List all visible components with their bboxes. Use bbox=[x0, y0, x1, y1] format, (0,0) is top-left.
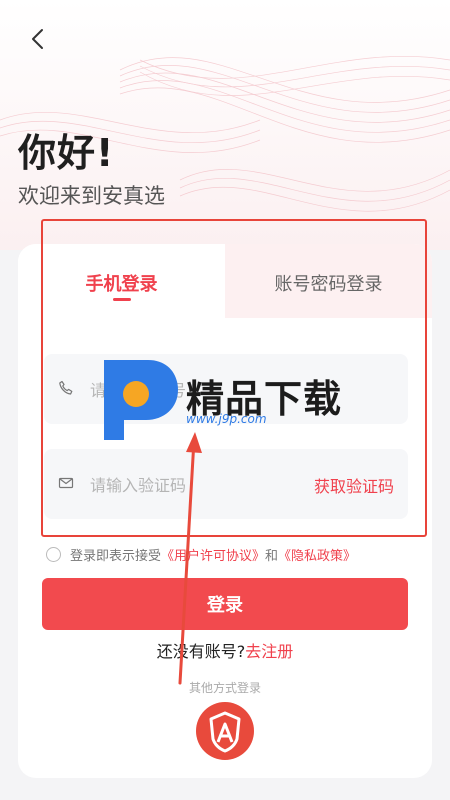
back-button[interactable] bbox=[22, 24, 52, 54]
other-login-label: 其他方式登录 bbox=[188, 681, 261, 695]
login-button[interactable]: 登录 bbox=[42, 578, 408, 630]
agreement-radio[interactable] bbox=[46, 547, 61, 562]
get-code-button[interactable]: 获取验证码 bbox=[314, 473, 394, 497]
tab-phone-login[interactable]: 手机登录 bbox=[18, 270, 225, 296]
welcome-subtitle: 欢迎来到安真选 bbox=[18, 184, 165, 208]
login-card: 手机登录 账号密码登录 获取验证码 bbox=[18, 244, 432, 778]
phone-icon bbox=[59, 380, 73, 395]
active-tab-indicator bbox=[113, 298, 131, 301]
chevron-left-icon bbox=[32, 29, 43, 49]
signup-link[interactable]: 去注册 bbox=[245, 642, 293, 661]
privacy-link[interactable]: 《隐私政策》 bbox=[278, 545, 356, 564]
agreement-and: 和 bbox=[265, 549, 279, 564]
greeting-title: 你好! bbox=[18, 131, 115, 175]
agreement-prefix: 登录即表示接受 bbox=[70, 549, 162, 564]
tab-account-login[interactable]: 账号密码登录 bbox=[225, 270, 432, 296]
agreement-row: 登录即表示接受 《用户许可协议》 和 《隐私政策》 bbox=[46, 545, 356, 564]
code-input[interactable] bbox=[88, 469, 302, 501]
anzhenxuan-login-icon[interactable] bbox=[196, 702, 254, 760]
code-field: 获取验证码 bbox=[44, 449, 408, 519]
signup-row: 还没有账号?去注册 bbox=[0, 638, 450, 662]
signup-prompt: 还没有账号? bbox=[156, 642, 246, 661]
mail-icon bbox=[58, 477, 74, 489]
phone-field bbox=[44, 354, 408, 424]
terms-link[interactable]: 《用户许可协议》 bbox=[161, 545, 265, 564]
phone-input[interactable] bbox=[88, 374, 302, 406]
shield-a-icon bbox=[209, 711, 241, 753]
